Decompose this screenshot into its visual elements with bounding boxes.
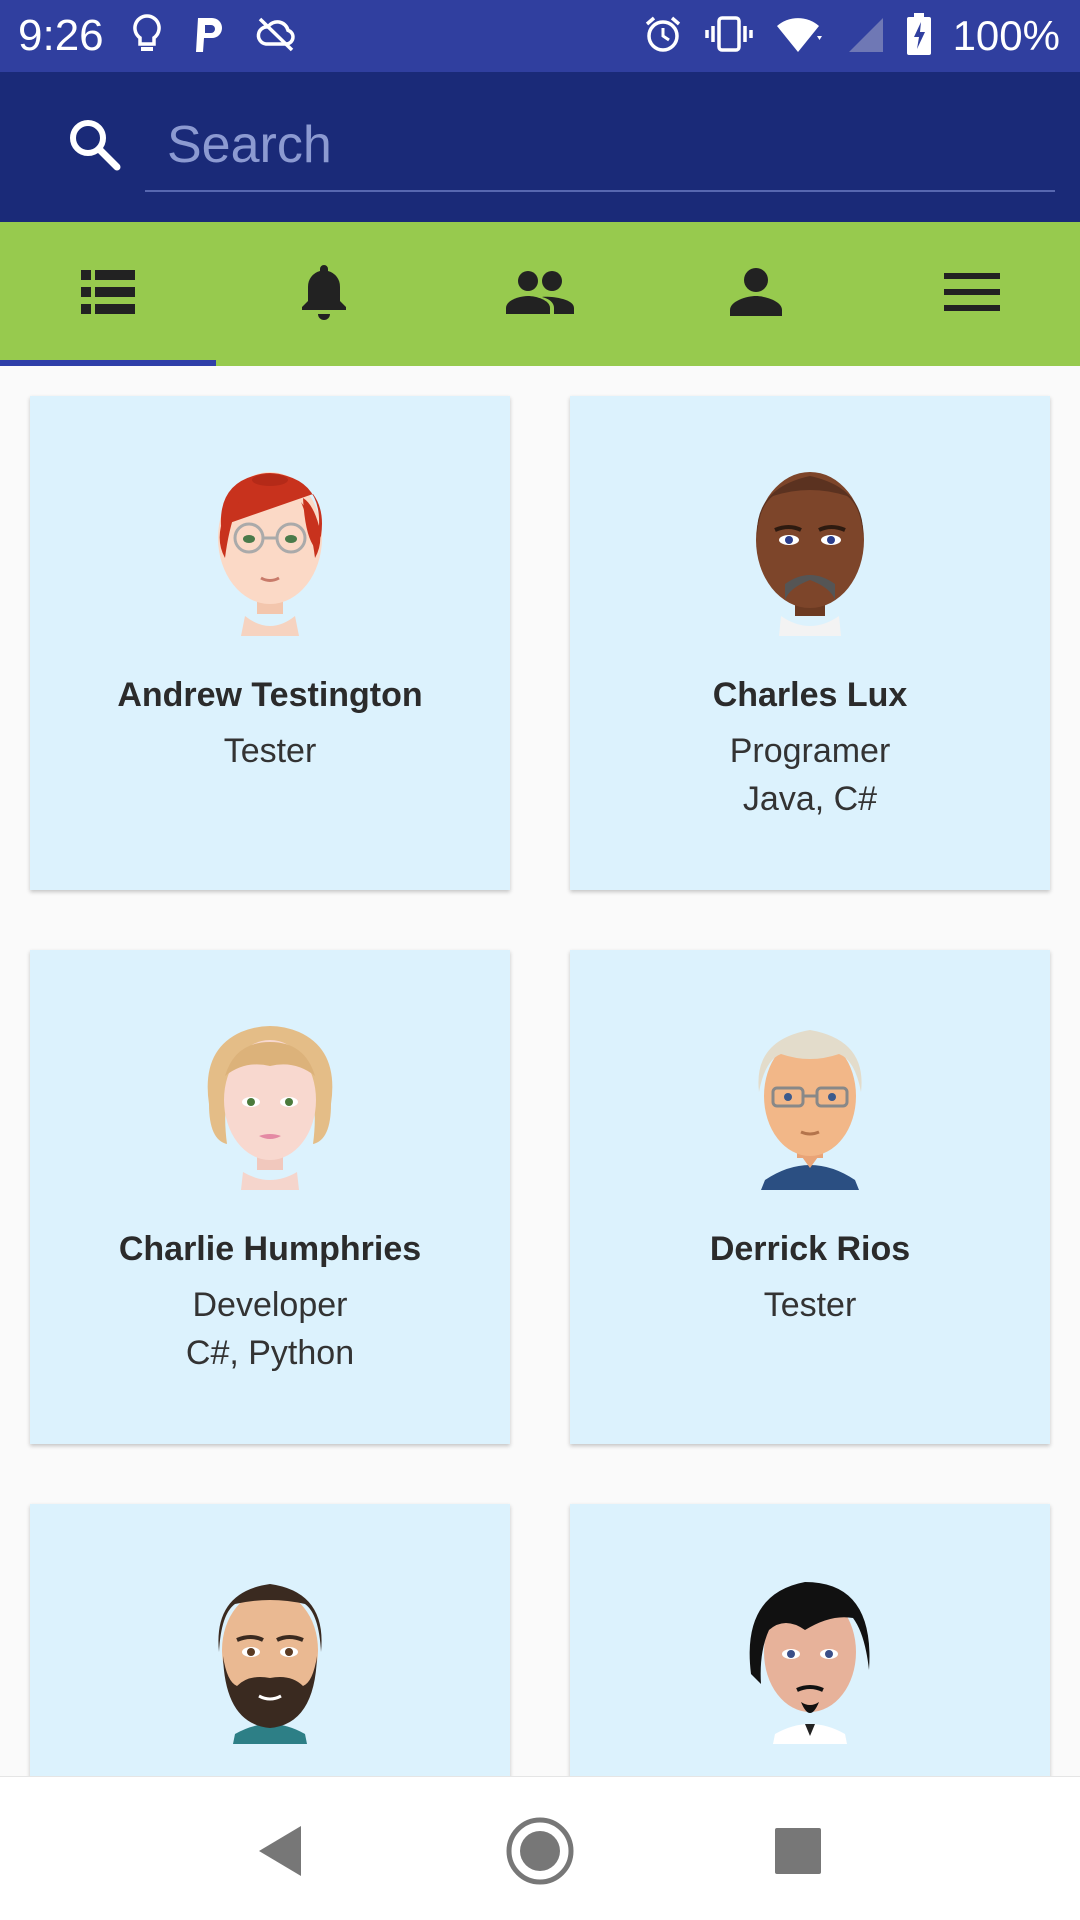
person-role: Tester: [763, 1286, 857, 1324]
person-card[interactable]: Charlie Humphries Developer C#, Python: [30, 950, 510, 1444]
person-name: Charles Lux: [712, 676, 908, 714]
tab-list[interactable]: [0, 222, 216, 366]
cloud-off-icon: [256, 16, 296, 57]
system-nav-bar: [0, 1776, 1080, 1920]
person-skills: C#, Python: [185, 1334, 355, 1372]
bald-redhead-glasses-avatar: [195, 466, 345, 636]
status-time: 9:26: [18, 11, 104, 60]
gray-hair-glasses-avatar: [735, 1020, 885, 1190]
tab-bar: [0, 222, 1080, 366]
status-right-icons: 100%: [643, 10, 1060, 62]
bearded-man-avatar: [195, 1574, 345, 1744]
tab-groups[interactable]: [432, 222, 648, 366]
person-name: Derrick Rios: [709, 1230, 911, 1268]
back-button[interactable]: [240, 1813, 320, 1893]
blonde-woman-avatar: [195, 1020, 345, 1190]
list-icon: [81, 269, 135, 319]
search-bar: [0, 72, 1080, 222]
person-card[interactable]: Andrew Testington Tester: [30, 396, 510, 890]
person-skills: Java, C#: [742, 780, 878, 818]
parking-icon: [192, 14, 226, 59]
search-input[interactable]: [145, 100, 1055, 192]
tab-notifications[interactable]: [216, 222, 432, 366]
back-icon: [255, 1824, 305, 1883]
home-icon: [504, 1815, 576, 1892]
person-role: Tester: [223, 732, 317, 770]
person-card[interactable]: [30, 1504, 510, 1776]
vibrate-icon: [704, 14, 753, 59]
person-role: Programer: [729, 732, 891, 770]
person-name: Andrew Testington: [117, 676, 423, 714]
person-card[interactable]: Derrick Rios Tester: [570, 950, 1050, 1444]
menu-icon: [944, 272, 1000, 316]
status-bar: 9:26 100%: [0, 0, 1080, 72]
person-card[interactable]: [570, 1504, 1050, 1776]
battery-charging-icon: [906, 12, 931, 60]
recents-button[interactable]: [758, 1813, 838, 1893]
battery-percent: 100%: [952, 12, 1060, 59]
black-hair-goatee-avatar: [735, 1574, 885, 1744]
cell-signal-icon: [847, 14, 885, 59]
lightbulb-icon: [132, 13, 162, 59]
wifi-icon: [775, 14, 825, 59]
home-button[interactable]: [500, 1813, 580, 1893]
dark-skin-mustache-avatar: [735, 466, 885, 636]
tab-profile[interactable]: [648, 222, 864, 366]
person-role: Developer: [192, 1286, 348, 1324]
group-icon: [506, 270, 574, 319]
status-left-icons: [132, 10, 296, 62]
bell-icon: [299, 263, 349, 326]
recents-icon: [775, 1827, 821, 1879]
search-icon[interactable]: [66, 116, 122, 177]
person-card[interactable]: Charles Lux Programer Java, C#: [570, 396, 1050, 890]
alarm-icon: [643, 14, 683, 59]
people-grid: Andrew Testington Tester Charles Lux Pro…: [0, 366, 1080, 1776]
person-name: Charlie Humphries: [118, 1230, 422, 1268]
tab-menu[interactable]: [864, 222, 1080, 366]
person-icon: [730, 267, 782, 321]
